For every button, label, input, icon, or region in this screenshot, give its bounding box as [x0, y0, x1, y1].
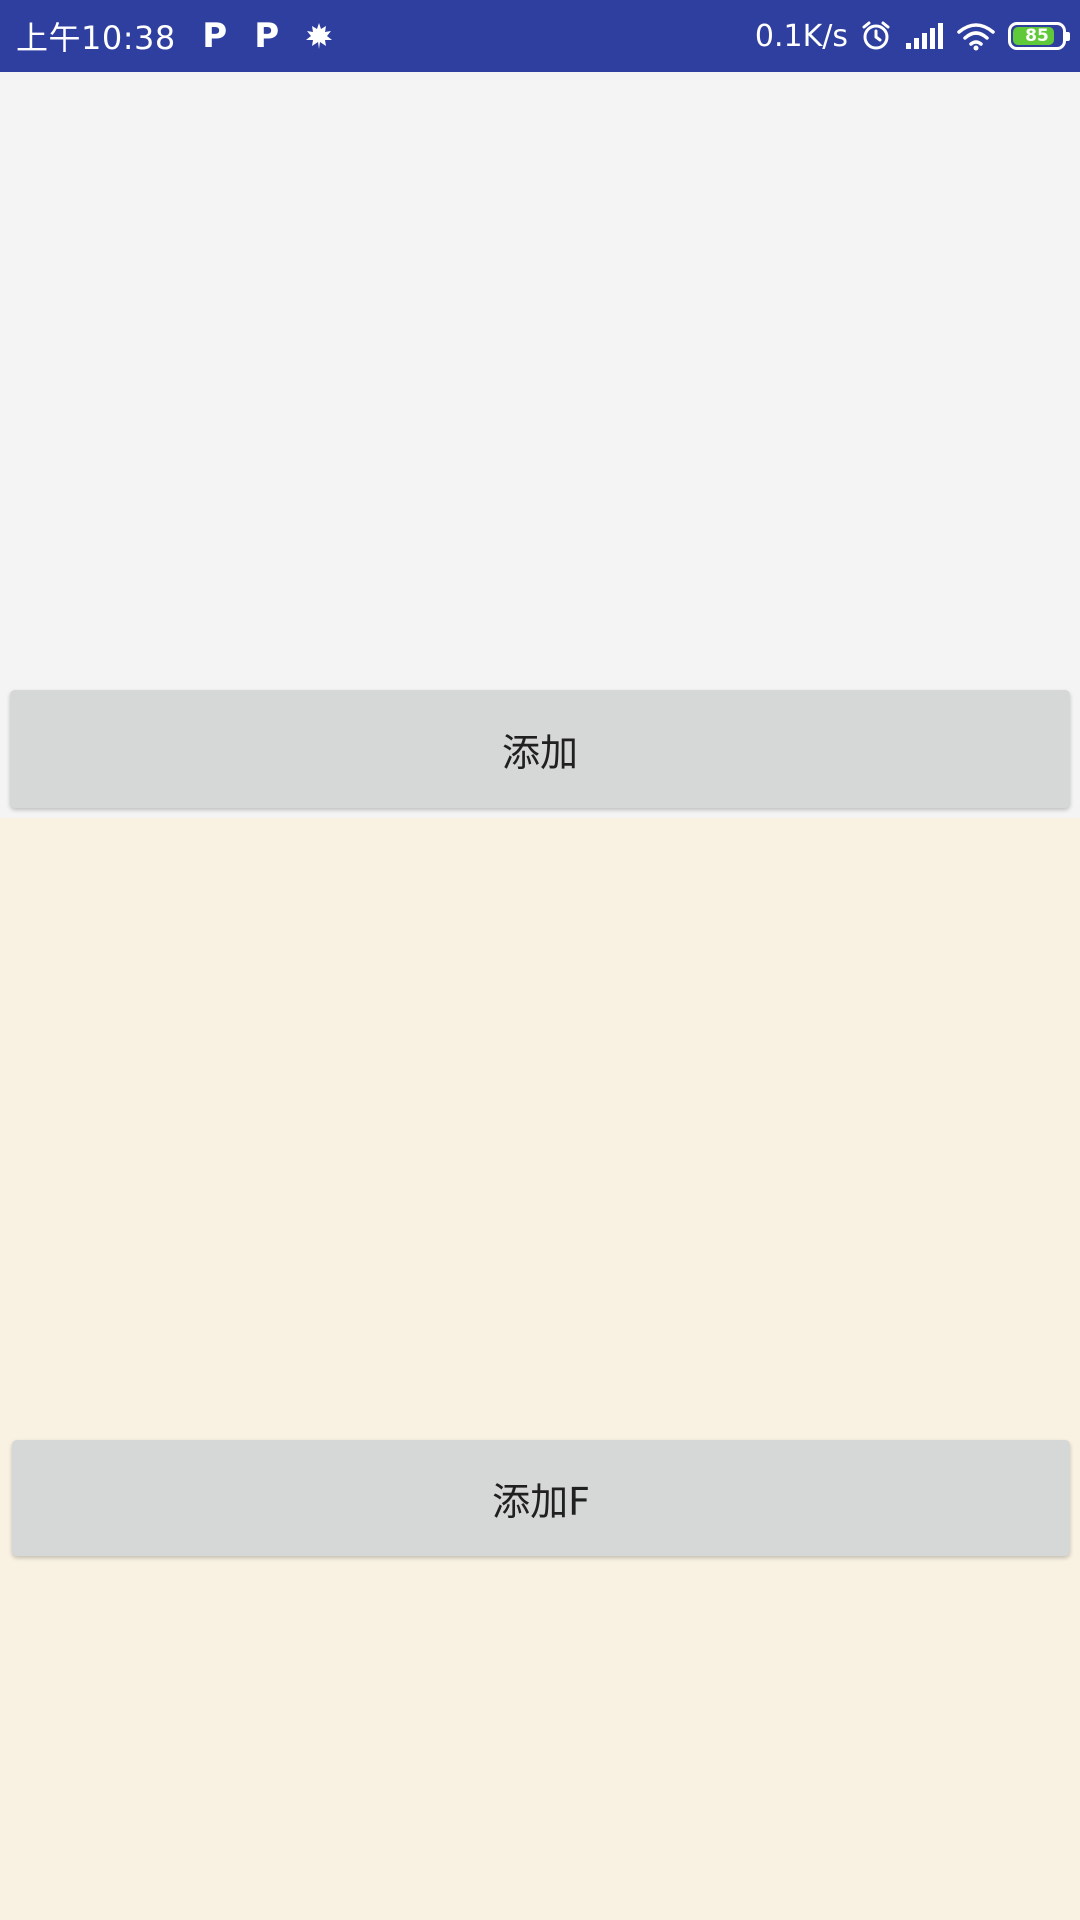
status-bar: 上午10:38 P P 0.1K/s 85	[0, 0, 1080, 72]
signal-icon	[904, 21, 944, 51]
status-time: 上午10:38	[16, 19, 176, 57]
p-icon: P	[254, 16, 280, 56]
alarm-icon	[860, 20, 892, 52]
wifi-icon	[956, 21, 996, 51]
bottom-panel: 添加F	[0, 818, 1080, 1920]
battery-icon: 85	[1008, 22, 1070, 50]
add-button[interactable]: 添加	[10, 690, 1070, 808]
status-left: 上午10:38 P P	[16, 13, 334, 59]
network-speed: 0.1K/s	[754, 18, 848, 54]
add-f-button[interactable]: 添加F	[12, 1440, 1070, 1556]
status-right: 0.1K/s 85	[754, 18, 1070, 54]
screen: 上午10:38 P P 0.1K/s 85 添加 添加F	[0, 0, 1080, 1920]
top-panel: 添加	[0, 72, 1080, 818]
p-icon: P	[202, 16, 228, 56]
battery-level: 85	[1025, 25, 1049, 46]
leaf-icon	[304, 21, 334, 51]
